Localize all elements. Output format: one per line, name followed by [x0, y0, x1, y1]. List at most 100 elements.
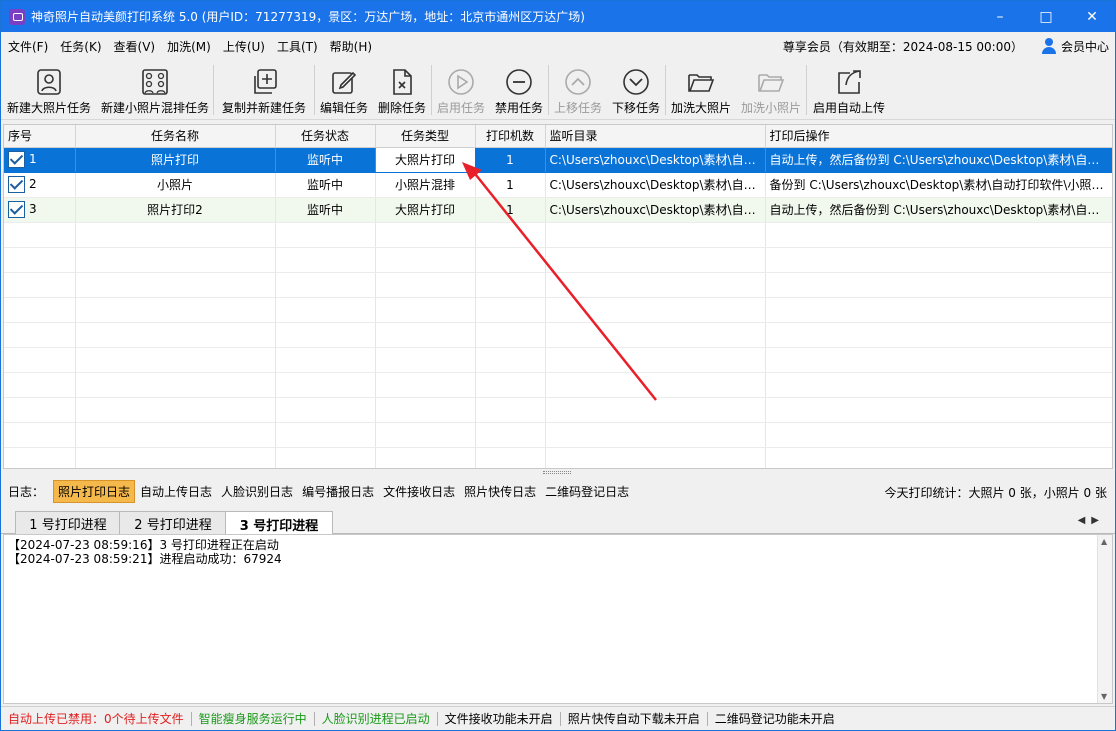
edit-task-button[interactable]: 编辑任务 — [315, 60, 373, 118]
edit-icon — [332, 71, 357, 94]
watch-dir-cell: C:\Users\zhouxc\Desktop\素材\自动... — [545, 197, 766, 223]
row-checkbox[interactable] — [8, 201, 25, 218]
edit-task-label: 编辑任务 — [319, 101, 368, 115]
log-tab-photo-print[interactable]: 照片打印日志 — [53, 479, 136, 503]
log-tab-number-broadcast[interactable]: 编号播报日志 — [298, 481, 378, 502]
log-tab-auto-upload[interactable]: 自动上传日志 — [136, 481, 216, 502]
empty-row — [4, 422, 1112, 448]
menu-upload[interactable]: 上传(U) — [216, 38, 270, 55]
table-row[interactable]: 2 小照片 监听中 小照片混排 1 C:\Users\zhouxc\Deskto… — [4, 172, 1112, 198]
menu-tools[interactable]: 工具(T) — [270, 38, 323, 55]
menu-help[interactable]: 帮助(H) — [323, 38, 377, 55]
menu-file[interactable]: 文件(F) — [1, 38, 53, 55]
splitter-handle[interactable] — [543, 471, 571, 474]
enable-auto-upload-label: 启用自动上传 — [812, 101, 885, 115]
after-print-cell: 自动上传，然后备份到 C:\Users\zhouxc\Desktop\素材\自动… — [765, 147, 1112, 173]
column-header-type[interactable]: 任务类型 — [375, 125, 476, 148]
move-up-task-button[interactable]: 上移任务 — [549, 60, 607, 118]
tab-scroll-arrows-icon[interactable]: ◀▶ — [1078, 515, 1105, 526]
menu-view[interactable]: 查看(V) — [107, 38, 161, 55]
photo-grid-icon — [142, 69, 168, 95]
printer-count-cell: 1 — [475, 197, 546, 223]
close-icon[interactable]: ✕ — [1069, 1, 1115, 32]
empty-row — [4, 397, 1112, 423]
maximize-icon[interactable]: □ — [1023, 1, 1069, 32]
reprint-small-photo-button[interactable]: 加洗小照片 — [736, 60, 806, 118]
today-print-stats: 今天打印统计：大照片 0 张，小照片 0 张 — [884, 486, 1107, 500]
column-header-status[interactable]: 任务状态 — [275, 125, 376, 148]
app-logo-icon — [9, 8, 25, 25]
column-header-watch-dir[interactable]: 监听目录 — [545, 125, 766, 148]
enable-auto-upload-button[interactable]: 启用自动上传 — [807, 60, 891, 118]
disable-task-button[interactable]: 禁用任务 — [490, 60, 548, 118]
tab-process-1[interactable]: 1 号打印进程 — [15, 511, 121, 535]
log-tab-file-receive[interactable]: 文件接收日志 — [379, 481, 459, 502]
play-icon — [448, 69, 474, 95]
row-checkbox[interactable] — [8, 176, 25, 193]
empty-row — [4, 322, 1112, 348]
row-no: 1 — [29, 152, 37, 166]
reprint-big-photo-button[interactable]: 加洗大照片 — [666, 60, 736, 118]
table-row[interactable]: 3 照片打印2 监听中 大照片打印 1 C:\Users\zhouxc\Desk… — [4, 197, 1112, 223]
folder-open-icon — [688, 74, 715, 92]
column-header-printers[interactable]: 打印机数 — [475, 125, 546, 148]
grid-header-row: 序号 任务名称 任务状态 任务类型 打印机数 监听目录 打印后操作 — [4, 125, 1112, 148]
new-small-photo-task-button[interactable]: 新建小照片混排任务 — [97, 60, 213, 118]
status-face-recognition: 人脸识别进程已启动 — [315, 711, 438, 726]
chevron-down-icon — [623, 69, 649, 95]
task-name-cell: 照片打印2 — [75, 197, 276, 223]
status-quick-transfer: 照片快传自动下载未开启 — [561, 711, 708, 726]
move-down-task-label: 下移任务 — [611, 101, 660, 115]
app-window: 神奇照片自动美颜打印系统 5.0 (用户ID：71277319，景区：万达广场，… — [0, 0, 1116, 731]
log-tab-quick-transfer[interactable]: 照片快传日志 — [460, 481, 540, 502]
task-grid: 序号 任务名称 任务状态 任务类型 打印机数 监听目录 打印后操作 1 照片打印… — [3, 124, 1113, 469]
process-tabs: 1 号打印进程 2 号打印进程 3 号打印进程 ◀▶ — [1, 508, 1115, 536]
empty-row — [4, 297, 1112, 323]
empty-row — [4, 347, 1112, 373]
move-down-task-button[interactable]: 下移任务 — [607, 60, 665, 118]
column-header-no[interactable]: 序号 — [4, 125, 76, 148]
minimize-icon[interactable]: – — [977, 1, 1023, 32]
scroll-down-icon[interactable]: ▼ — [1101, 692, 1107, 701]
empty-row — [4, 222, 1112, 248]
log-line: 【2024-07-23 08:59:16】3 号打印进程正在启动 — [8, 538, 279, 552]
copy-new-task-button[interactable]: 复制并新建任务 — [214, 60, 314, 118]
status-beauty-service: 智能瘦身服务运行中 — [192, 711, 315, 726]
after-print-cell: 自动上传，然后备份到 C:\Users\zhouxc\Desktop\素材\自动… — [765, 197, 1112, 223]
delete-file-icon — [393, 69, 412, 95]
table-row[interactable]: 1 照片打印 监听中 大照片打印 1 C:\Users\zhouxc\Deskt… — [4, 146, 1112, 173]
status-file-receive: 文件接收功能未开启 — [438, 711, 561, 726]
delete-task-button[interactable]: 删除任务 — [373, 60, 431, 118]
copy-new-task-label: 复制并新建任务 — [221, 101, 306, 115]
scroll-up-icon[interactable]: ▲ — [1101, 537, 1107, 546]
status-qrcode-register: 二维码登记功能未开启 — [714, 711, 835, 726]
printer-count-cell: 1 — [475, 147, 546, 173]
task-type-cell: 大照片打印 — [375, 197, 476, 223]
log-tab-qrcode-register[interactable]: 二维码登记日志 — [541, 481, 633, 502]
new-big-photo-task-label: 新建大照片任务 — [6, 101, 91, 115]
tab-process-2[interactable]: 2 号打印进程 — [119, 511, 227, 535]
task-type-cell: 大照片打印 — [374, 146, 476, 173]
watch-dir-cell: C:\Users\zhouxc\Desktop\素材\自动... — [545, 172, 766, 198]
task-status-cell: 监听中 — [275, 147, 376, 173]
status-bar: 自动上传已禁用：0个待上传文件 智能瘦身服务运行中 人脸识别进程已启动 文件接收… — [1, 706, 1115, 730]
row-no: 3 — [29, 202, 37, 216]
column-header-after-print[interactable]: 打印后操作 — [765, 125, 1112, 148]
menu-reprint[interactable]: 加洗(M) — [160, 38, 216, 55]
log-output[interactable]: 【2024-07-23 08:59:16】3 号打印进程正在启动 【2024-0… — [3, 534, 1113, 704]
enable-task-label: 启用任务 — [436, 101, 485, 115]
menu-task[interactable]: 任务(K) — [53, 38, 106, 55]
new-small-photo-task-label: 新建小照片混排任务 — [100, 101, 209, 115]
empty-row — [4, 447, 1112, 468]
member-center-button[interactable]: 会员中心 — [1041, 38, 1109, 55]
task-status-cell: 监听中 — [275, 172, 376, 198]
log-tab-face-recognition[interactable]: 人脸识别日志 — [217, 481, 297, 502]
new-big-photo-task-button[interactable]: 新建大照片任务 — [1, 60, 97, 118]
tab-process-3[interactable]: 3 号打印进程 — [225, 511, 333, 536]
log-scrollbar[interactable]: ▲ ▼ — [1097, 535, 1112, 703]
column-header-name[interactable]: 任务名称 — [75, 125, 276, 148]
enable-task-button[interactable]: 启用任务 — [432, 60, 490, 118]
delete-task-label: 删除任务 — [377, 101, 426, 115]
row-checkbox[interactable] — [8, 151, 25, 168]
member-center-label: 会员中心 — [1060, 39, 1109, 54]
